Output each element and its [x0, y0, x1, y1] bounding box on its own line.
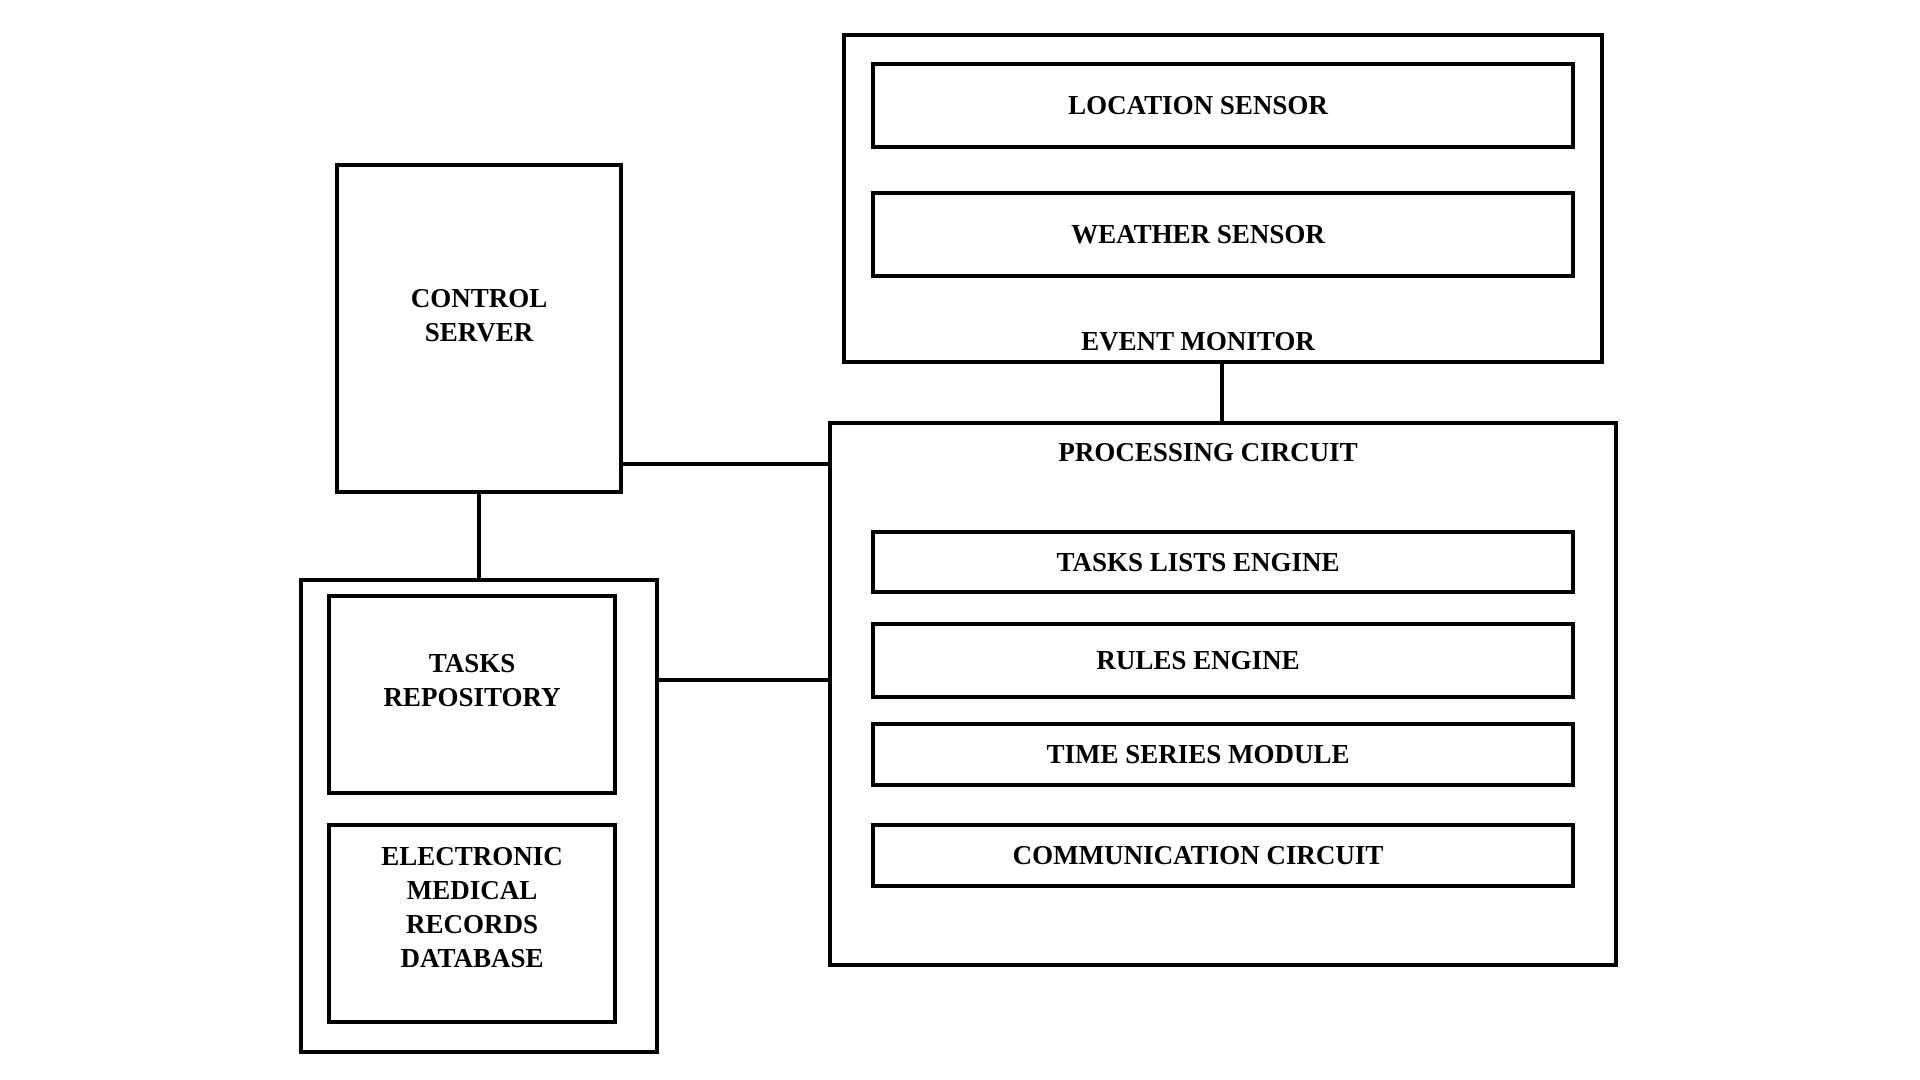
connector-control-server-processing	[620, 462, 830, 466]
emr-database-label-line2: MEDICAL	[406, 875, 538, 905]
event-monitor-label: EVENT MONITOR	[1081, 326, 1315, 356]
time-series-module-box: TIME SERIES MODULE	[871, 722, 1575, 787]
weather-sensor-box: WEATHER SENSOR	[871, 191, 1575, 278]
emr-database-box: ELECTRONIC MEDICAL RECORDS DATABASE	[327, 823, 617, 1024]
processing-circuit-label: PROCESSING CIRCUIT	[1058, 437, 1358, 467]
emr-database-label-line1: ELECTRONIC	[381, 841, 563, 871]
tasks-lists-engine-box: TASKS LISTS ENGINE	[871, 530, 1575, 594]
control-server-label-line2: SERVER	[424, 317, 534, 347]
location-sensor-label: LOCATION SENSOR	[1068, 90, 1328, 120]
time-series-module-label: TIME SERIES MODULE	[1046, 739, 1350, 769]
rules-engine-label: RULES ENGINE	[1096, 645, 1300, 675]
communication-circuit-label: COMMUNICATION CIRCUIT	[1012, 840, 1384, 870]
location-sensor-box: LOCATION SENSOR	[871, 62, 1575, 149]
communication-circuit-box: COMMUNICATION CIRCUIT	[871, 823, 1575, 888]
connector-control-server-storage	[477, 491, 481, 580]
control-server-label-line1: CONTROL	[410, 283, 548, 313]
control-server-box: CONTROL SERVER	[335, 163, 623, 494]
connector-event-monitor-processing	[1220, 362, 1224, 423]
tasks-repository-box: TASKS REPOSITORY	[327, 594, 617, 795]
tasks-lists-engine-label: TASKS LISTS ENGINE	[1056, 546, 1340, 577]
connector-storage-processing	[657, 678, 830, 682]
rules-engine-box: RULES ENGINE	[871, 622, 1575, 699]
weather-sensor-label: WEATHER SENSOR	[1071, 219, 1325, 249]
emr-database-label-line4: DATABASE	[400, 943, 544, 973]
tasks-repository-label-line2: REPOSITORY	[383, 682, 561, 712]
emr-database-label-line3: RECORDS	[405, 909, 539, 939]
tasks-repository-label-line1: TASKS	[428, 648, 516, 678]
